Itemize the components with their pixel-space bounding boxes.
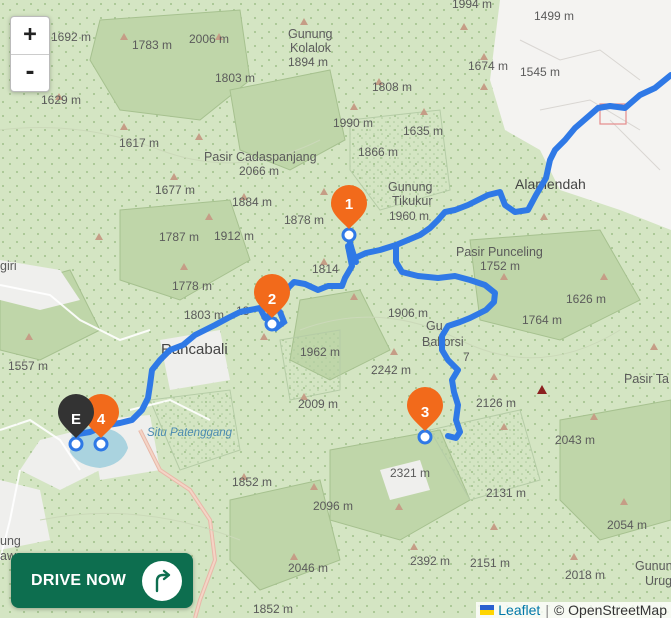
label-gunung-tikukur-2: Tikukur <box>392 194 433 208</box>
elev-1803b: 1803 m <box>184 308 224 322</box>
elev-2054: 2054 m <box>607 518 647 532</box>
elev-1783: 1783 m <box>132 38 172 52</box>
elev-2066: 2066 m <box>239 164 279 178</box>
elev-2009: 2009 m <box>298 397 338 411</box>
zoom-out-button[interactable]: - <box>11 55 49 92</box>
elev-2018: 2018 m <box>565 568 605 582</box>
elev-2096: 2096 m <box>313 499 353 513</box>
label-alamendah: Alamendah <box>515 176 586 192</box>
elev-7: 7 <box>463 350 470 364</box>
elev-1629: 1629 m <box>41 93 81 107</box>
elev-1499: 1499 m <box>534 9 574 23</box>
elev-1635: 1635 m <box>403 124 443 138</box>
elev-1764: 1764 m <box>522 313 562 327</box>
label-pasir-cadaspanjang: Pasir Cadaspanjang <box>204 150 317 164</box>
elev-1852b: 1852 m <box>253 602 293 616</box>
elev-2131: 2131 m <box>486 486 526 500</box>
elev-1803a: 1803 m <box>215 71 255 85</box>
elev-2151: 2151 m <box>470 556 510 570</box>
map-tiles: Gunung Kolalok Pasir Cadaspanjang Gunung… <box>0 0 671 619</box>
turn-right-arrow-icon <box>142 560 182 601</box>
elev-2321: 2321 m <box>390 466 430 480</box>
map-attribution: Leaflet | © OpenStreetMap <box>476 602 671 618</box>
elev-1994: 1994 m <box>452 0 492 11</box>
label-pasir-punceling: Pasir Punceling <box>456 245 543 259</box>
drive-now-label: DRIVE NOW <box>31 571 127 589</box>
elev-1814: 1814 <box>312 262 339 276</box>
elev-1906: 1906 m <box>388 306 428 320</box>
label-edge-gunung: ung <box>0 534 21 548</box>
elev-2392: 2392 m <box>410 554 450 568</box>
elev-1884: 1884 m <box>232 195 272 209</box>
zoom-in-button[interactable]: + <box>11 17 49 55</box>
elev-2043: 2043 m <box>555 433 595 447</box>
label-gunung-urug-2: Urug <box>645 574 671 588</box>
elev-1626: 1626 m <box>566 292 606 306</box>
osm-attribution[interactable]: © OpenStreetMap <box>554 602 667 618</box>
label-situ-patenggang: Situ Patenggang <box>147 427 233 439</box>
elev-1692: 1692 m <box>51 30 91 44</box>
ukraine-flag-icon <box>480 605 495 615</box>
elev-2242: 2242 m <box>371 363 411 377</box>
elev-1808: 1808 m <box>372 80 412 94</box>
elev-1960: 1960 m <box>389 209 429 223</box>
elev-1617: 1617 m <box>119 136 159 150</box>
leaflet-link[interactable]: Leaflet <box>498 602 540 618</box>
elev-1557: 1557 m <box>8 359 48 373</box>
map[interactable]: Gunung Kolalok Pasir Cadaspanjang Gunung… <box>0 0 671 619</box>
elev-2126: 2126 m <box>476 396 516 410</box>
zoom-control: + - <box>10 16 50 92</box>
elev-1962: 1962 m <box>300 345 340 359</box>
elev-1752: 1752 m <box>480 259 520 273</box>
label-gunung-tikukur-1: Gunung <box>388 180 433 194</box>
elev-2046: 2046 m <box>288 561 328 575</box>
label-gunung-urug-1: Gunun <box>635 559 671 573</box>
elev-1778: 1778 m <box>172 279 212 293</box>
elev-1990: 1990 m <box>333 116 373 130</box>
label-gunung-bakorsi-1: Gu <box>426 319 443 333</box>
elev-1674: 1674 m <box>468 59 508 73</box>
attribution-separator: | <box>545 602 549 618</box>
drive-now-button[interactable]: DRIVE NOW <box>11 553 193 608</box>
elev-1912: 1912 m <box>214 229 254 243</box>
elev-1866: 1866 m <box>358 145 398 159</box>
label-pasir-tanjung: Pasir Ta <box>624 372 669 386</box>
label-edge-giri: giri <box>0 259 17 273</box>
label-gunung-kolalok-1: Gunung <box>288 27 333 41</box>
elev-1878: 1878 m <box>284 213 324 227</box>
elev-1787: 1787 m <box>159 230 199 244</box>
elev-1894: 1894 m <box>288 55 328 69</box>
elev-1545: 1545 m <box>520 65 560 79</box>
elev-1852a: 1852 m <box>232 475 272 489</box>
elev-1677: 1677 m <box>155 183 195 197</box>
elev-2006: 2006 m <box>189 32 229 46</box>
label-gunung-kolalok-2: Kolalok <box>290 41 332 55</box>
